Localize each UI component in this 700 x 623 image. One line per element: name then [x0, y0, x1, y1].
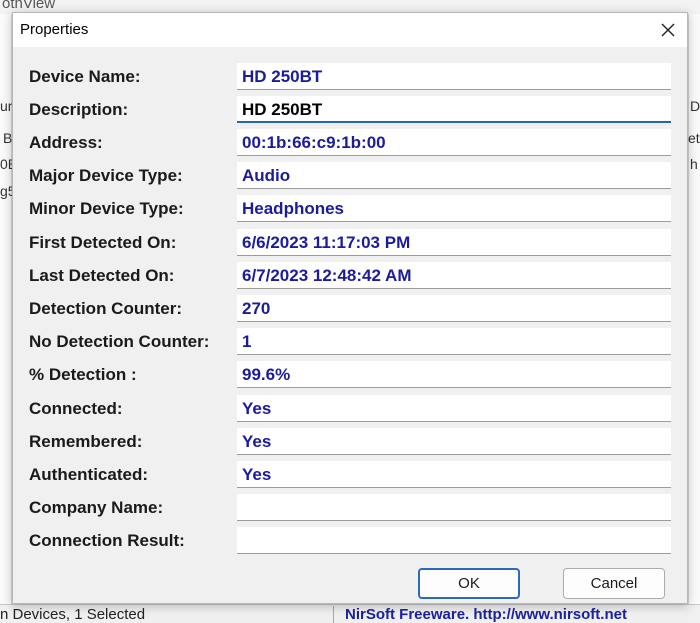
field-label: Authenticated: [29, 465, 148, 484]
field-row-description: Description: HD 250BT [29, 96, 671, 124]
field-label: Connection Result: [29, 531, 185, 550]
field-label: Detection Counter: [29, 299, 182, 318]
field-row-remembered: Remembered: Yes [29, 428, 671, 456]
field-row-last-detected: Last Detected On: 6/7/2023 12:48:42 AM [29, 262, 671, 290]
parent-fragment: D [690, 98, 700, 114]
field-row-major-device-type: Major Device Type: Audio [29, 162, 671, 190]
cancel-button[interactable]: Cancel [563, 568, 665, 599]
field-row-percent-detection: % Detection : 99.6% [29, 361, 671, 389]
field-label: Remembered: [29, 432, 143, 451]
field-label: Major Device Type: [29, 166, 183, 185]
remembered-field[interactable]: Yes [237, 428, 671, 455]
field-row-connected: Connected: Yes [29, 395, 671, 423]
dialog-titlebar: Properties [13, 13, 687, 47]
field-row-device-name: Device Name: HD 250BT [29, 63, 671, 91]
major-device-type-field[interactable]: Audio [237, 162, 671, 189]
connected-field[interactable]: Yes [237, 395, 671, 422]
status-divider [333, 606, 334, 623]
field-label: Last Detected On: [29, 266, 175, 285]
detection-counter-field[interactable]: 270 [237, 295, 671, 322]
field-label: Company Name: [29, 498, 164, 517]
status-nirsoft-link[interactable]: NirSoft Freeware. http://www.nirsoft.net [345, 606, 627, 623]
field-row-detection-counter: Detection Counter: 270 [29, 295, 671, 323]
field-row-no-detection-counter: No Detection Counter: 1 [29, 328, 671, 356]
field-row-authenticated: Authenticated: Yes [29, 461, 671, 489]
field-row-company-name: Company Name: [29, 494, 671, 522]
parent-window-title: othView [2, 0, 56, 12]
percent-detection-field[interactable]: 99.6% [237, 361, 671, 388]
address-field[interactable]: 00:1b:66:c9:1b:00 [237, 129, 671, 156]
field-label: % Detection : [29, 365, 137, 384]
field-row-first-detected: First Detected On: 6/6/2023 11:17:03 PM [29, 229, 671, 257]
status-selection-count: n Devices, 1 Selected [0, 606, 146, 623]
dialog-title: Properties [20, 21, 89, 38]
field-label: Address: [29, 133, 103, 152]
close-button[interactable] [649, 13, 687, 47]
field-label: Connected: [29, 399, 123, 418]
no-detection-counter-field[interactable]: 1 [237, 328, 671, 355]
company-name-field[interactable] [237, 494, 671, 521]
device-name-field[interactable]: HD 250BT [237, 63, 671, 90]
field-label: Minor Device Type: [29, 199, 184, 218]
first-detected-field[interactable]: 6/6/2023 11:17:03 PM [237, 229, 671, 256]
close-icon [661, 23, 675, 37]
field-label: No Detection Counter: [29, 332, 210, 351]
field-label: Device Name: [29, 67, 141, 86]
minor-device-type-field[interactable]: Headphones [237, 195, 671, 222]
parent-fragment: et [688, 130, 700, 146]
field-label: First Detected On: [29, 233, 177, 252]
field-row-minor-device-type: Minor Device Type: Headphones [29, 195, 671, 223]
description-field[interactable]: HD 250BT [237, 96, 671, 123]
authenticated-field[interactable]: Yes [237, 461, 671, 488]
properties-dialog: Properties Device Name: HD 250BT Descrip… [12, 12, 688, 604]
field-row-address: Address: 00:1b:66:c9:1b:00 [29, 129, 671, 157]
field-label: Description: [29, 100, 129, 119]
parent-fragment: h [690, 156, 698, 172]
field-row-connection-result: Connection Result: [29, 527, 671, 555]
connection-result-field[interactable] [237, 527, 671, 554]
parent-fragment: B [3, 130, 13, 146]
last-detected-field[interactable]: 6/7/2023 12:48:42 AM [237, 262, 671, 289]
ok-button[interactable]: OK [418, 568, 520, 599]
